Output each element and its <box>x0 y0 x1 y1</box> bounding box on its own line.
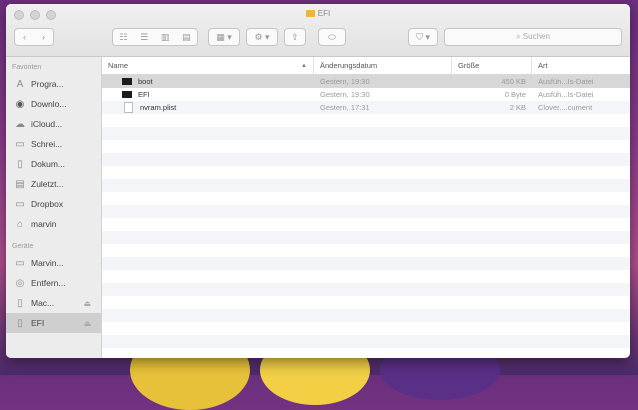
table-row[interactable]: boot Gestern, 19:30 450 KB Ausfüh...Is-D… <box>102 75 630 88</box>
file-list: Name ▲ Änderungsdatum Größe Art boot Ges… <box>102 57 630 358</box>
recents-icon: ▤ <box>15 178 25 190</box>
eject-icon[interactable]: ⏏ <box>83 319 91 328</box>
toolbar: ‹ › ☷ ☰ ▥ ▤ ▦ ▾ ⚙ ▾ ⇧ ⬭ ⛉ ▾ ⌕ Suchen <box>14 28 622 48</box>
empty-row <box>102 231 630 244</box>
laptop-icon: ▭ <box>15 257 25 269</box>
executable-icon <box>122 78 132 85</box>
empty-row <box>102 296 630 309</box>
sidebar-item-label: Dropbox <box>31 199 64 209</box>
list-view-button[interactable]: ☰ <box>140 32 148 43</box>
sort-ascending-icon: ▲ <box>301 62 307 69</box>
icon-view-button[interactable]: ☷ <box>119 32 127 43</box>
empty-row <box>102 257 630 270</box>
empty-row <box>102 153 630 166</box>
empty-row <box>102 270 630 283</box>
downloads-icon: ◉ <box>15 98 25 110</box>
column-header-date[interactable]: Änderungsdatum <box>314 57 452 74</box>
executable-icon <box>122 91 132 98</box>
sidebar-heading-favorites: Favoriten <box>12 64 42 71</box>
rows: boot Gestern, 19:30 450 KB Ausfüh...Is-D… <box>102 75 630 358</box>
sidebar-item-desktop[interactable]: ▭ Schrei... <box>6 134 101 154</box>
empty-row <box>102 166 630 179</box>
column-header-name[interactable]: Name ▲ <box>102 57 314 74</box>
home-icon: ⌂ <box>16 218 24 230</box>
sidebar-item-label: Progra... <box>31 79 64 89</box>
search-icon: ⌕ <box>516 32 521 41</box>
sidebar-item-home[interactable]: ⌂ marvin <box>6 214 101 234</box>
window-title: EFI <box>6 9 630 18</box>
sidebar-item-label: Zuletzt... <box>31 179 64 189</box>
empty-row <box>102 127 630 140</box>
drive-icon: ▯ <box>17 297 23 309</box>
document-icon <box>124 102 133 113</box>
empty-row <box>102 179 630 192</box>
share-button[interactable]: ⇧ <box>284 28 306 46</box>
table-row[interactable]: EFI Gestern, 19:30 0 Byte Ausfüh...Is-Da… <box>102 88 630 101</box>
empty-row <box>102 309 630 322</box>
sidebar-item-label: Schrei... <box>31 139 63 149</box>
search-placeholder: Suchen <box>522 32 550 41</box>
empty-row <box>102 348 630 358</box>
title-bar: EFI ‹ › ☷ ☰ ▥ ▤ ▦ ▾ ⚙ ▾ ⇧ ⬭ ⛉ ▾ ⌕ Suchen <box>6 4 630 57</box>
empty-row <box>102 114 630 127</box>
folder-icon <box>305 10 315 17</box>
arrange-button[interactable]: ▦ ▾ <box>208 28 240 46</box>
sidebar-item-dropbox[interactable]: ▭ Dropbox <box>6 194 101 214</box>
sidebar-item-label: iCloud... <box>31 119 63 129</box>
sidebar-item-marvin-device[interactable]: ▭ Marvin... <box>6 253 101 273</box>
table-row[interactable]: nvram.plist Gestern, 17:31 2 KB Clover..… <box>102 101 630 114</box>
disc-icon: ◎ <box>15 277 25 289</box>
sidebar-item-mac-drive[interactable]: ▯ Mac... ⏏ <box>6 293 101 313</box>
documents-icon: ▯ <box>17 158 23 170</box>
sidebar-item-documents[interactable]: ▯ Dokum... <box>6 154 101 174</box>
column-header: Name ▲ Änderungsdatum Größe Art <box>102 57 630 75</box>
back-button[interactable]: ‹ <box>23 32 26 42</box>
folder-icon: ▭ <box>15 198 25 210</box>
nav-buttons: ‹ › <box>14 28 54 46</box>
empty-row <box>102 192 630 205</box>
sidebar-item-label: Marvin... <box>31 258 64 268</box>
sidebar-item-icloud[interactable]: ☁ iCloud... <box>6 114 101 134</box>
empty-row <box>102 335 630 348</box>
sidebar-item-label: marvin <box>31 219 57 229</box>
sidebar-item-remote-disc[interactable]: ◎ Entfern... <box>6 273 101 293</box>
empty-row <box>102 244 630 257</box>
sidebar-item-programs[interactable]: A Progra... <box>6 74 101 94</box>
forward-button[interactable]: › <box>42 32 45 42</box>
eject-icon[interactable]: ⏏ <box>83 299 91 308</box>
drive-icon: ▯ <box>17 317 23 329</box>
sidebar-item-label: Mac... <box>31 298 55 308</box>
sidebar-item-recents[interactable]: ▤ Zuletzt... <box>6 174 101 194</box>
empty-row <box>102 140 630 153</box>
sidebar-item-label: EFI <box>31 318 45 328</box>
finder-window: EFI ‹ › ☷ ☰ ▥ ▤ ▦ ▾ ⚙ ▾ ⇧ ⬭ ⛉ ▾ ⌕ Suchen <box>6 4 630 358</box>
column-view-button[interactable]: ▥ <box>161 32 170 43</box>
column-header-size[interactable]: Größe <box>452 57 532 74</box>
action-button[interactable]: ⚙ ▾ <box>246 28 278 46</box>
sidebar-item-label: Entfern... <box>31 278 66 288</box>
dropbox-button[interactable]: ⛉ ▾ <box>408 28 438 46</box>
sidebar-item-label: Downlo... <box>31 99 67 109</box>
coverflow-view-button[interactable]: ▤ <box>182 32 191 43</box>
sidebar: Favoriten A Progra... ◉ Downlo... ☁ iClo… <box>6 57 102 358</box>
column-header-kind[interactable]: Art <box>532 57 626 74</box>
empty-row <box>102 218 630 231</box>
sidebar-item-label: Dokum... <box>31 159 66 169</box>
apps-icon: A <box>16 78 24 90</box>
search-field[interactable]: ⌕ Suchen <box>444 28 622 46</box>
empty-row <box>102 283 630 296</box>
empty-row <box>102 322 630 335</box>
tags-button[interactable]: ⬭ <box>318 28 346 46</box>
sidebar-heading-devices: Geräte <box>12 243 34 250</box>
sidebar-item-downloads[interactable]: ◉ Downlo... <box>6 94 101 114</box>
desktop-icon: ▭ <box>15 138 25 150</box>
sidebar-item-efi[interactable]: ▯ EFI ⏏ <box>6 313 101 333</box>
empty-row <box>102 205 630 218</box>
view-mode-group: ☷ ☰ ▥ ▤ <box>112 28 198 46</box>
cloud-icon: ☁ <box>15 118 25 130</box>
